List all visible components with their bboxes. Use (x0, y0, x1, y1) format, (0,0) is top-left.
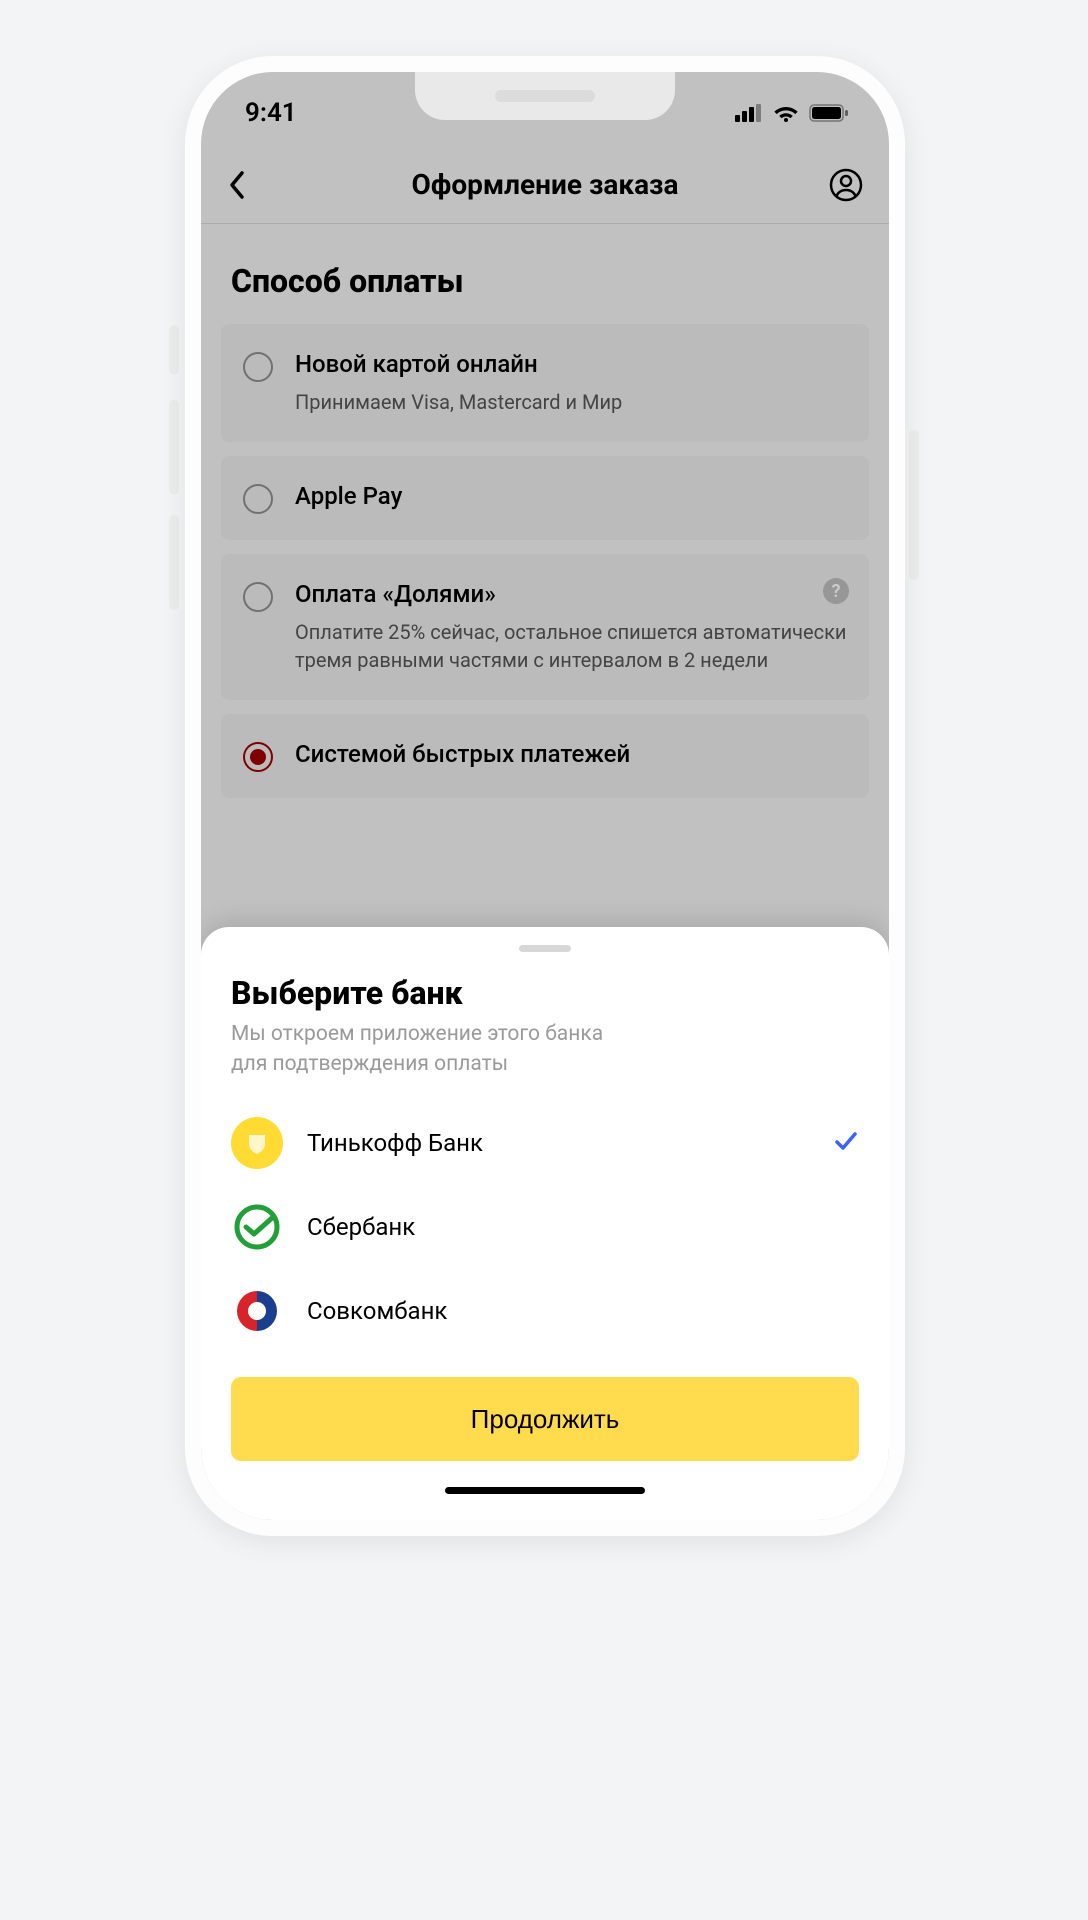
option-title: Системой быстрых платежей (295, 740, 847, 768)
wifi-icon (773, 104, 799, 122)
payment-option-sbp[interactable]: Системой быстрых платежей (221, 714, 869, 798)
status-indicators (735, 104, 849, 122)
bank-name: Тинькофф Банк (307, 1129, 483, 1157)
check-icon (833, 1128, 859, 1158)
radio-icon (243, 582, 273, 612)
bank-list: Тинькофф Банк Сбербанк (231, 1101, 859, 1353)
status-time: 9:41 (245, 98, 297, 128)
sovcom-logo-icon (231, 1285, 283, 1337)
page-title: Оформление заказа (271, 168, 819, 201)
side-button (169, 515, 179, 610)
chevron-left-icon (227, 170, 247, 200)
back-button[interactable] (227, 170, 271, 200)
payment-content: Способ оплаты Новой картой онлайн Приним… (201, 224, 889, 798)
side-button (169, 325, 179, 375)
payment-option-apple-pay[interactable]: Apple Pay (221, 456, 869, 540)
radio-icon-checked (243, 742, 273, 772)
tinkoff-logo-icon (231, 1117, 283, 1169)
option-title: Apple Pay (295, 482, 847, 510)
bank-option-sber[interactable]: Сбербанк (231, 1185, 859, 1269)
bank-option-tinkoff[interactable]: Тинькофф Банк (231, 1101, 859, 1185)
side-button (909, 430, 919, 580)
cellular-icon (735, 104, 763, 122)
bank-option-sovcom[interactable]: Совкомбанк (231, 1269, 859, 1353)
sheet-title: Выберите банк (231, 974, 859, 1012)
device-stage: 9:41 Оформление за (129, 0, 959, 1616)
continue-button[interactable]: Продолжить (231, 1377, 859, 1461)
sheet-subtitle: Мы откроем приложение этого банка для по… (231, 1020, 859, 1079)
bank-name: Совкомбанк (307, 1297, 447, 1325)
payment-option-dolyami[interactable]: Оплата «Долями» Оплатите 25% сейчас, ост… (221, 554, 869, 700)
device-notch (415, 72, 675, 120)
option-subtitle: Принимаем Visa, Mastercard и Мир (295, 388, 847, 416)
radio-icon (243, 352, 273, 382)
sheet-grabber[interactable] (519, 945, 571, 952)
radio-icon (243, 484, 273, 514)
option-title: Новой картой онлайн (295, 350, 847, 378)
help-icon[interactable]: ? (823, 578, 849, 604)
option-subtitle: Оплатите 25% сейчас, остальное спишется … (295, 618, 847, 674)
phone-frame: 9:41 Оформление за (185, 56, 905, 1536)
profile-button[interactable] (819, 168, 863, 202)
app-screen: 9:41 Оформление за (201, 72, 889, 1520)
sber-logo-icon (231, 1201, 283, 1253)
payment-option-new-card[interactable]: Новой картой онлайн Принимаем Visa, Mast… (221, 324, 869, 442)
user-circle-icon (829, 168, 863, 202)
side-button (169, 400, 179, 495)
home-indicator (445, 1487, 645, 1494)
option-title: Оплата «Долями» (295, 580, 847, 608)
section-title: Способ оплаты (221, 254, 869, 324)
battery-icon (809, 104, 849, 122)
bank-name: Сбербанк (307, 1213, 415, 1241)
bank-picker-sheet: Выберите банк Мы откроем приложение этог… (201, 927, 889, 1520)
app-header: Оформление заказа (201, 146, 889, 224)
